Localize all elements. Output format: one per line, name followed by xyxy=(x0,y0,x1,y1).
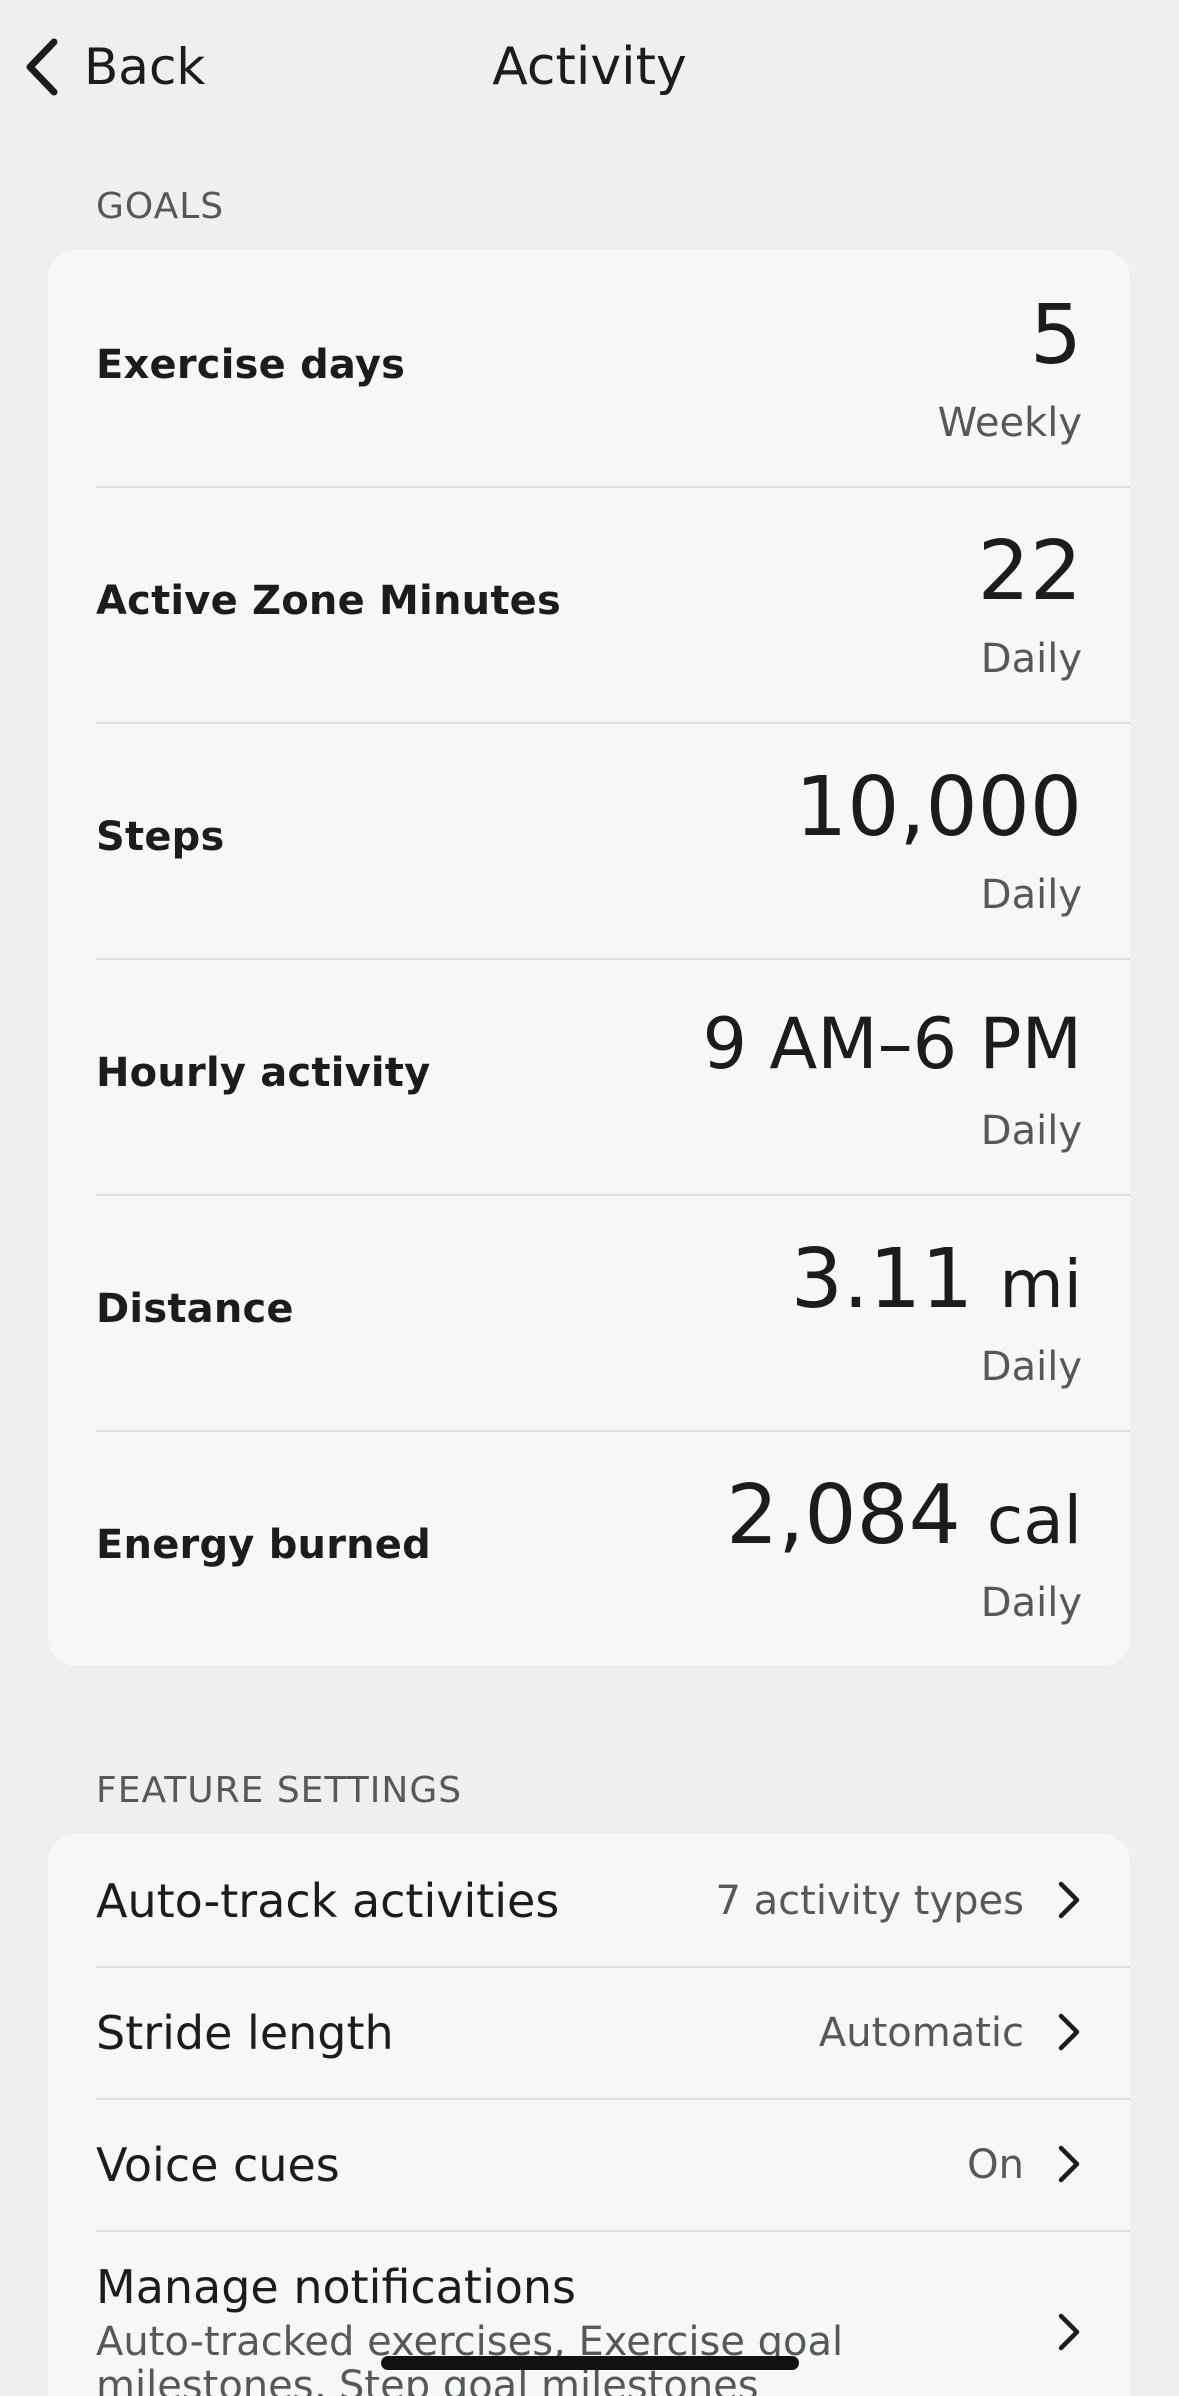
setting-value: 7 activity types xyxy=(715,1878,1024,1924)
setting-row-voice-cues[interactable]: Voice cues On xyxy=(48,2098,1130,2230)
activity-settings-page: Back Activity GOALS Exercise days 5 Week… xyxy=(0,0,1179,2396)
chevron-right-icon xyxy=(1058,2313,1080,2351)
goal-name: Energy burned xyxy=(96,1522,431,1568)
goal-value-unit: mi xyxy=(999,1246,1082,1323)
home-indicator xyxy=(381,2356,799,2370)
setting-row-manage-notifications[interactable]: Manage notifications Auto-tracked exerci… xyxy=(48,2230,1130,2396)
goal-value-number: 22 xyxy=(977,524,1082,619)
setting-label: Voice cues xyxy=(96,2138,340,2192)
goal-value-number: 9 AM–6 PM xyxy=(702,1003,1082,1085)
goal-period: Weekly xyxy=(937,400,1082,446)
goal-value-number: 2,084 xyxy=(726,1468,961,1563)
goal-value-number: 10,000 xyxy=(795,760,1082,855)
chevron-right-icon xyxy=(1058,2013,1080,2051)
setting-label: Stride length xyxy=(96,2006,394,2060)
goal-value: 22 xyxy=(978,522,1082,622)
goal-row-active-zone-minutes[interactable]: Active Zone Minutes 22 Daily xyxy=(48,486,1130,722)
goal-row-energy-burned[interactable]: Energy burned 2,084 cal Daily xyxy=(48,1430,1130,1666)
goal-row-distance[interactable]: Distance 3.11 mi Daily xyxy=(48,1194,1130,1430)
page-title: Activity xyxy=(492,37,687,97)
goal-value: 2,084 cal xyxy=(726,1466,1082,1571)
feature-settings-card: Auto-track activities 7 activity types S… xyxy=(48,1834,1130,2396)
chevron-right-icon xyxy=(1058,2145,1080,2183)
setting-label: Manage notifications xyxy=(96,2260,576,2314)
goal-period: Daily xyxy=(980,872,1082,918)
goal-name: Distance xyxy=(96,1286,294,1332)
goal-value: 5 xyxy=(1030,286,1082,386)
goal-value-number: 5 xyxy=(1029,288,1082,383)
goals-card: Exercise days 5 Weekly Active Zone Minut… xyxy=(48,250,1130,1666)
goal-row-hourly-activity[interactable]: Hourly activity 9 AM–6 PM Daily xyxy=(48,958,1130,1194)
setting-value: On xyxy=(967,2142,1024,2188)
setting-label: Auto-track activities xyxy=(96,1874,560,1928)
chevron-right-icon xyxy=(1058,1881,1080,1919)
goal-period: Daily xyxy=(980,1108,1082,1154)
goal-period: Daily xyxy=(980,1580,1082,1626)
goal-period: Daily xyxy=(980,1344,1082,1390)
nav-header: Back Activity xyxy=(0,0,1179,135)
goal-value-number: 3.11 xyxy=(790,1232,974,1327)
feature-settings-section-label: FEATURE SETTINGS xyxy=(96,1770,463,1811)
goal-row-exercise-days[interactable]: Exercise days 5 Weekly xyxy=(48,250,1130,486)
goal-value: 10,000 xyxy=(795,758,1082,858)
goal-name: Steps xyxy=(96,814,225,860)
goals-section-label: GOALS xyxy=(96,186,225,227)
setting-row-stride-length[interactable]: Stride length Automatic xyxy=(48,1966,1130,2098)
goal-name: Active Zone Minutes xyxy=(96,578,561,624)
setting-value: Automatic xyxy=(818,2010,1024,2056)
goal-value: 3.11 mi xyxy=(791,1230,1082,1335)
goal-name: Exercise days xyxy=(96,342,406,388)
goal-name: Hourly activity xyxy=(96,1050,431,1096)
goal-value: 9 AM–6 PM xyxy=(703,994,1082,1094)
goal-row-steps[interactable]: Steps 10,000 Daily xyxy=(48,722,1130,958)
goal-value-unit: cal xyxy=(986,1482,1082,1559)
setting-row-auto-track[interactable]: Auto-track activities 7 activity types xyxy=(48,1834,1130,1966)
goal-period: Daily xyxy=(980,636,1082,682)
